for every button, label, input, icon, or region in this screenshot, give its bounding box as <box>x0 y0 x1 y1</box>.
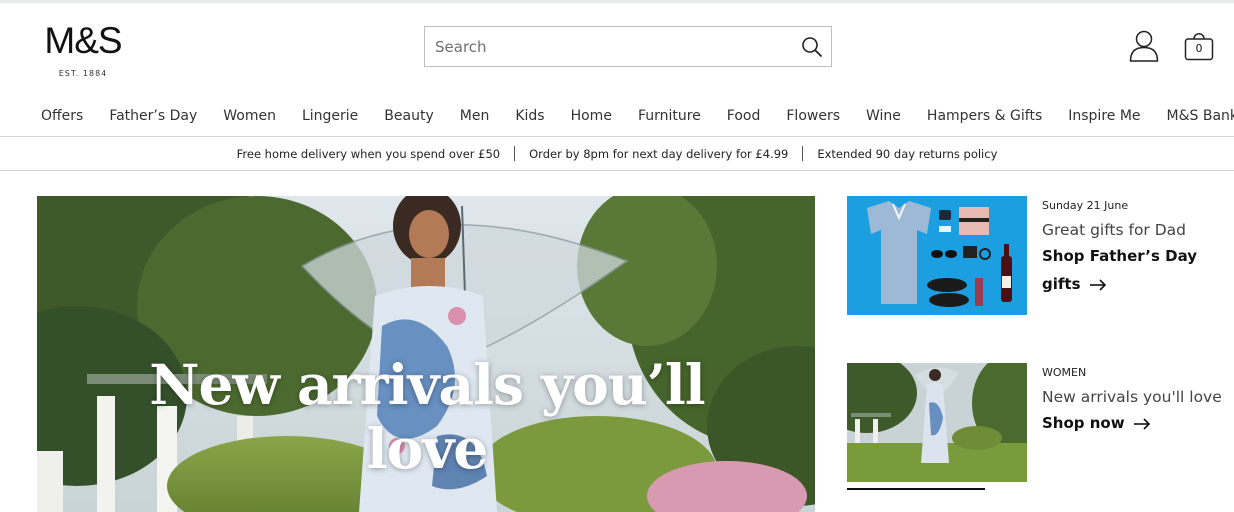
search-input[interactable] <box>425 27 795 66</box>
promo-eyebrow: Sunday 21 June <box>1042 199 1129 212</box>
nav-inspire-me[interactable]: Inspire Me <box>1055 106 1153 128</box>
arrow-right-icon <box>1133 417 1150 430</box>
nav-women[interactable]: Women <box>210 106 289 128</box>
search-box <box>424 26 832 67</box>
delivery-message-next-day[interactable]: Order by 8pm for next day delivery for £… <box>529 147 788 161</box>
nav-ms-bank[interactable]: M&S Bank <box>1154 106 1234 128</box>
nav-beauty[interactable]: Beauty <box>371 106 446 128</box>
fathers-day-gifts-image <box>847 196 1027 315</box>
fathers-day-promo: Sunday 21 June Great gifts for Dad Shop … <box>1042 198 1222 298</box>
nav-home[interactable]: Home <box>558 106 625 128</box>
shopping-bag[interactable]: 0 <box>1183 29 1215 62</box>
nav-furniture[interactable]: Furniture <box>625 106 714 128</box>
delivery-banner: Free home delivery when you spend over £… <box>0 137 1234 171</box>
women-new-arrivals-image[interactable] <box>847 363 1027 482</box>
hero-banner[interactable]: New arrivals you’ll love <box>37 196 815 512</box>
nav-food[interactable]: Food <box>714 106 774 128</box>
delivery-message-free[interactable]: Free home delivery when you spend over £… <box>237 147 501 161</box>
delivery-separator <box>802 146 804 161</box>
shop-now-link[interactable]: Shop now <box>1042 409 1222 437</box>
women-new-arrivals-photo <box>847 363 1027 482</box>
women-new-arrivals-promo: WOMEN New arrivals you'll love Shop now <box>1042 365 1222 437</box>
shop-fathers-day-link[interactable]: Shop Father’s Day gifts <box>1042 242 1222 298</box>
main-navigation: Offers Father’s Day Women Lingerie Beaut… <box>28 106 1234 128</box>
nav-fathers-day[interactable]: Father’s Day <box>96 106 210 128</box>
promo-eyebrow: WOMEN <box>1042 366 1087 379</box>
search-icon[interactable] <box>801 36 823 58</box>
promo-title: Great gifts for Dad <box>1042 221 1187 239</box>
logo-established: EST. 1884 <box>58 69 108 78</box>
delivery-message-returns[interactable]: Extended 90 day returns policy <box>817 147 997 161</box>
nav-flowers[interactable]: Flowers <box>773 106 853 128</box>
carousel-indicator <box>847 488 985 490</box>
arrow-right-icon <box>1089 278 1106 291</box>
nav-men[interactable]: Men <box>447 106 503 128</box>
promo-link-label: Shop now <box>1042 414 1125 432</box>
top-border <box>0 0 1234 3</box>
nav-wine[interactable]: Wine <box>853 106 914 128</box>
nav-lingerie[interactable]: Lingerie <box>289 106 371 128</box>
bag-count: 0 <box>1195 42 1203 55</box>
nav-offers[interactable]: Offers <box>28 106 96 128</box>
promo-link-label: Shop Father’s Day gifts <box>1042 247 1198 293</box>
fathers-day-promo-image[interactable] <box>847 196 1027 315</box>
hero-headline: New arrivals you’ll love <box>149 352 705 481</box>
logo[interactable]: M&S EST. 1884 <box>37 20 129 79</box>
nav-kids[interactable]: Kids <box>502 106 557 128</box>
nav-hampers-gifts[interactable]: Hampers & Gifts <box>914 106 1055 128</box>
account-icon[interactable] <box>1128 29 1160 62</box>
promo-title: New arrivals you'll love <box>1042 388 1222 406</box>
logo-mark: M&S <box>44 20 122 61</box>
delivery-separator <box>514 146 516 161</box>
